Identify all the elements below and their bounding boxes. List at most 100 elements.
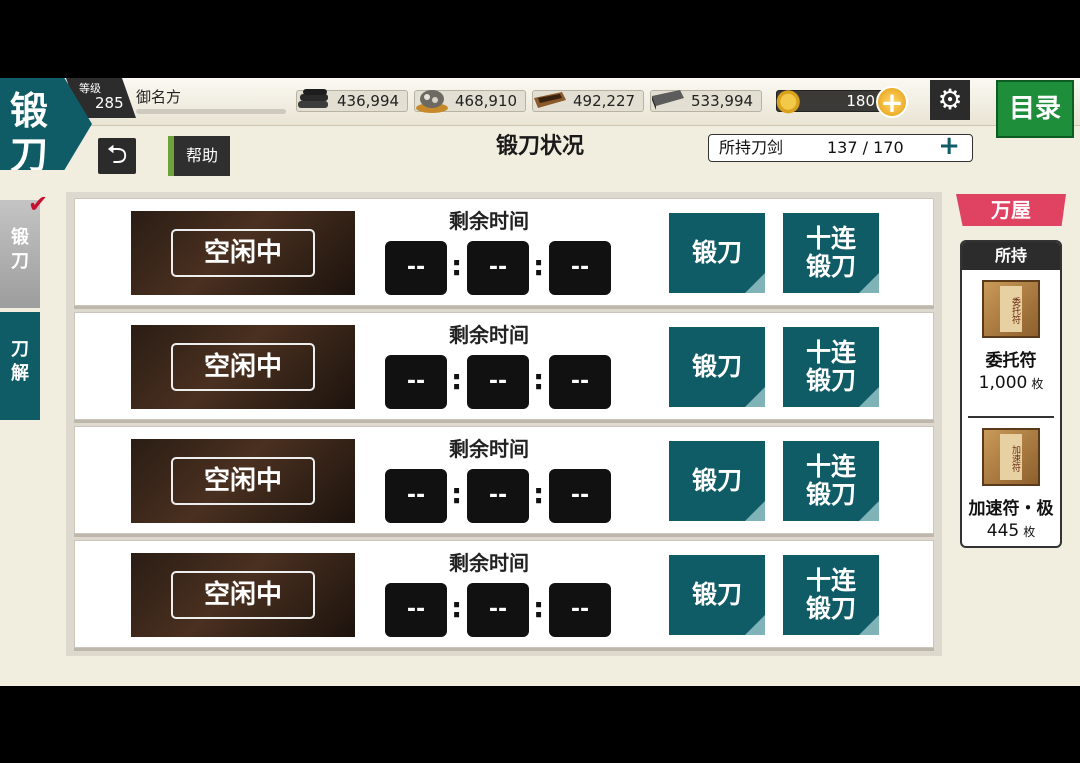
forge-button[interactable]: 锻刀 — [669, 441, 765, 521]
timer-minutes: -- — [467, 583, 529, 637]
talisman-paper: 加速符 — [1000, 434, 1022, 480]
buy-koban-button[interactable]: + — [876, 86, 908, 118]
menu-button[interactable]: 目录 — [996, 80, 1074, 138]
item-count: 1,000 枚 — [968, 373, 1054, 393]
timer-colon: : — [451, 591, 463, 624]
speedup-talisman-icon: 加速符 — [982, 428, 1040, 486]
item-count-unit: 枚 — [1023, 525, 1036, 539]
back-arrow-icon: ⮌ — [106, 140, 128, 170]
timer-colon: : — [533, 591, 545, 624]
item-count-value: 445 — [986, 521, 1020, 541]
resource-whetstone: 533,994 — [650, 90, 763, 112]
forge-slot-image: 空闲中 — [131, 211, 355, 295]
ten-forge-label-line1: 十连 — [805, 566, 856, 595]
timer-hours: -- — [385, 355, 447, 409]
ten-forge-label-line1: 十连 — [805, 224, 856, 253]
forge-slot-image: 空闲中 — [131, 439, 355, 523]
item-count-unit: 枚 — [1031, 377, 1044, 391]
remaining-time-label: 剩余时间 — [449, 551, 529, 575]
timer-hours: -- — [385, 469, 447, 523]
ten-forge-label-line1: 十连 — [805, 452, 856, 481]
sword-count-label: 所持刀剑 — [719, 138, 784, 157]
ten-forge-button[interactable]: 十连 锻刀 — [783, 327, 879, 407]
back-button[interactable]: ⮌ — [98, 138, 136, 174]
timer-minutes: -- — [467, 241, 529, 295]
settings-button[interactable]: ⚙ — [930, 80, 970, 120]
ten-forge-label-line2: 锻刀 — [805, 252, 856, 281]
item-name: 委托符 — [985, 351, 1037, 371]
forge-slot-list: 空闲中 剩余时间 -- : -- : -- 锻刀 十连 锻刀 空闲中 剩余时间 … — [66, 192, 942, 656]
slot-status: 空闲中 — [171, 571, 315, 619]
slot-status: 空闲中 — [171, 343, 315, 391]
timer-seconds: -- — [549, 469, 611, 523]
level-value: 285 — [95, 94, 124, 112]
ten-forge-label-line2: 锻刀 — [805, 594, 856, 623]
sword-count-box: 所持刀剑 137 / 170 + — [708, 133, 973, 162]
tamahagane-icon — [416, 90, 448, 113]
item-count-value: 1,000 — [978, 373, 1028, 393]
experience-bar — [136, 109, 286, 114]
timer-seconds: -- — [549, 583, 611, 637]
tab-dismantle[interactable]: 刀解 — [0, 312, 40, 420]
remaining-time-label: 剩余时间 — [449, 209, 529, 233]
resource-charcoal: 436,994 — [296, 89, 409, 112]
resource-tamahagane: 468,910 — [414, 90, 527, 113]
help-button[interactable]: 帮助 — [168, 136, 230, 176]
timer-seconds: -- — [549, 355, 611, 409]
game-screen: 锻 刀 等级 285 御名方 436,994 468,910 492,227 5… — [0, 78, 1080, 686]
timer-hours: -- — [385, 241, 447, 295]
tab-dismantle-label: 刀解 — [11, 339, 29, 384]
forge-button[interactable]: 锻刀 — [669, 327, 765, 407]
timer-hours: -- — [385, 583, 447, 637]
ten-forge-label-line2: 锻刀 — [805, 480, 856, 509]
resource-koban: 180 — [776, 90, 884, 114]
gear-icon: ⚙ — [937, 83, 963, 116]
ten-forge-label-line2: 锻刀 — [805, 366, 856, 395]
forge-slot-row: 空闲中 剩余时间 -- : -- : -- 锻刀 十连 锻刀 — [74, 198, 934, 306]
forge-button[interactable]: 锻刀 — [669, 555, 765, 635]
tab-forge-label: 锻刀 — [11, 227, 29, 272]
check-icon: ✔ — [28, 190, 49, 218]
cooling-water-icon — [534, 92, 566, 108]
forge-slot-row: 空闲中 剩余时间 -- : -- : -- 锻刀 十连 锻刀 — [74, 540, 934, 648]
remaining-time-label: 剩余时间 — [449, 437, 529, 461]
timer-minutes: -- — [467, 355, 529, 409]
timer-colon: : — [451, 477, 463, 510]
sword-count-value: 137 / 170 — [827, 138, 904, 157]
inventory-panel: 所持 委托符 委托符 1,000 枚 加速符 加速符・极 445 枚 — [960, 240, 1062, 548]
timer-seconds: -- — [549, 241, 611, 295]
slot-status: 空闲中 — [171, 457, 315, 505]
forge-slot-image: 空闲中 — [131, 325, 355, 409]
ten-forge-button[interactable]: 十连 锻刀 — [783, 555, 879, 635]
forge-slot-image: 空闲中 — [131, 553, 355, 637]
timer-colon: : — [451, 363, 463, 396]
page-title: 锻刀状况 — [495, 133, 584, 159]
inventory-item[interactable]: 加速符 加速符・极 445 枚 — [962, 428, 1060, 546]
timer-colon: : — [533, 363, 545, 396]
shop-button[interactable]: 万屋 — [956, 194, 1066, 226]
item-count: 445 枚 — [962, 521, 1060, 541]
slot-status: 空闲中 — [171, 229, 315, 277]
forge-slot-row: 空闲中 剩余时间 -- : -- : -- 锻刀 十连 锻刀 — [74, 312, 934, 420]
request-talisman-icon: 委托符 — [982, 280, 1040, 338]
forge-button[interactable]: 锻刀 — [669, 213, 765, 293]
player-name: 御名方 — [136, 88, 182, 106]
screen-title-line2: 刀 — [10, 132, 49, 177]
charcoal-icon — [298, 89, 328, 108]
ten-forge-button[interactable]: 十连 锻刀 — [783, 441, 879, 521]
timer-minutes: -- — [467, 469, 529, 523]
ten-forge-button[interactable]: 十连 锻刀 — [783, 213, 879, 293]
inventory-header: 所持 — [962, 242, 1060, 270]
expand-sword-slots-button[interactable]: + — [938, 133, 960, 159]
remaining-time-label: 剩余时间 — [449, 323, 529, 347]
resource-cooling-water: 492,227 — [532, 90, 645, 112]
item-name: 加速符・极 — [968, 499, 1054, 519]
ten-forge-label-line1: 十连 — [805, 338, 856, 367]
timer-colon: : — [533, 477, 545, 510]
koban-coin-icon — [776, 90, 800, 114]
inventory-item[interactable]: 委托符 委托符 1,000 枚 — [968, 280, 1054, 418]
talisman-paper: 委托符 — [1000, 286, 1022, 332]
whetstone-icon — [652, 90, 684, 110]
forge-slot-row: 空闲中 剩余时间 -- : -- : -- 锻刀 十连 锻刀 — [74, 426, 934, 534]
timer-colon: : — [533, 249, 545, 282]
